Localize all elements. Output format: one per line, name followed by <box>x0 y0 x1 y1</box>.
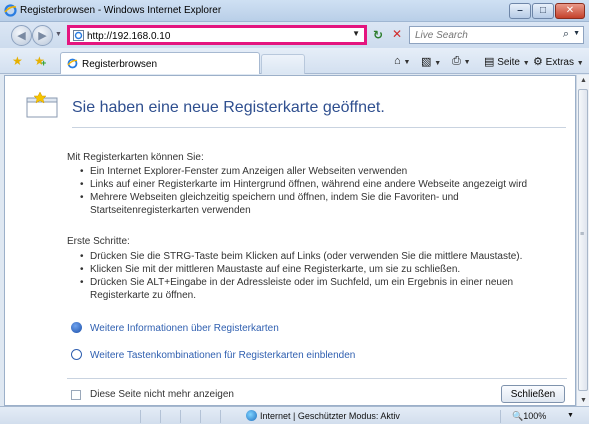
list-item: Drücken Sie die STRG-Taste beim Klicken … <box>80 250 565 263</box>
print-button[interactable]: ⎙ ▼ <box>452 55 471 68</box>
search-icon[interactable]: ⌕ <box>563 28 569 41</box>
list-item: Mehrere Webseiten gleichzeitig speichern… <box>80 191 565 217</box>
address-dropdown-icon[interactable]: ▼ <box>352 29 360 38</box>
close-button[interactable]: Schließen <box>501 385 565 403</box>
favorites-star-icon[interactable]: ★ <box>12 54 23 68</box>
status-divider <box>200 410 201 423</box>
feeds-icon: ▧ <box>421 56 432 68</box>
section-title-tabs: Mit Registerkarten können Sie: <box>67 152 204 163</box>
page-menu-icon: ▤ <box>484 56 495 68</box>
scroll-down-icon[interactable]: ▼ <box>577 397 589 404</box>
tabs-features-list: Ein Internet Explorer-Fenster zum Anzeig… <box>80 165 565 217</box>
more-info-link[interactable]: Weitere Informationen über Registerkarte… <box>71 322 279 336</box>
search-dropdown-icon[interactable]: ▼ <box>573 30 580 37</box>
tab-row: ★ ★ + Registerbrowsen ⌂ ▼ ▧ ▼ ⎙ ▼ ▤ Seite… <box>0 48 589 74</box>
address-bar[interactable]: ▼ <box>67 25 367 45</box>
footer-divider <box>67 378 567 379</box>
ie-logo-icon <box>4 4 17 17</box>
section-title-getting-started: Erste Schritte: <box>67 236 130 247</box>
list-item: Drücken Sie ALT+Eingabe in der Adresslei… <box>80 276 565 302</box>
new-tab-button[interactable] <box>261 54 305 74</box>
list-item: Links auf einer Registerkarte im Hinterg… <box>80 178 565 191</box>
help-icon <box>71 322 82 333</box>
forward-button[interactable]: ▶ <box>32 25 53 46</box>
add-favorite-icon[interactable]: ★ + <box>34 54 46 68</box>
page-menu-label: Seite <box>497 57 520 68</box>
tools-menu[interactable]: ⚙ Extras ▼ <box>533 55 584 68</box>
home-icon: ⌂ <box>394 55 401 67</box>
back-button[interactable]: ◀ <box>11 25 32 46</box>
divider <box>72 127 566 128</box>
security-zone-status[interactable]: Internet | Geschützter Modus: Aktiv <box>260 411 400 421</box>
zoom-dropdown-icon[interactable]: ▼ <box>567 412 574 419</box>
tab-registerbrowsen[interactable]: Registerbrowsen <box>60 52 260 74</box>
status-divider <box>220 410 221 423</box>
back-arrow-icon: ◀ <box>17 30 26 42</box>
new-tab-icon <box>26 92 58 118</box>
dont-show-checkbox[interactable] <box>71 390 81 400</box>
ie-page-icon <box>67 58 78 69</box>
status-divider <box>140 410 141 423</box>
scroll-thumb[interactable] <box>578 89 588 391</box>
status-bar: Internet | Geschützter Modus: Aktiv 🔍100… <box>0 406 589 424</box>
getting-started-list: Drücken Sie die STRG-Taste beim Klicken … <box>80 250 565 302</box>
zoom-icon: 🔍 <box>512 411 524 421</box>
stop-icon[interactable]: ✕ <box>392 27 402 41</box>
list-item: Klicken Sie mit der mittleren Maustaste … <box>80 263 565 276</box>
zoom-level[interactable]: 🔍100% <box>512 411 546 422</box>
new-tab-page: Sie haben eine neue Registerkarte geöffn… <box>4 75 576 406</box>
expand-circle-icon <box>71 349 82 360</box>
internet-zone-icon <box>246 410 257 421</box>
minimize-button[interactable]: – <box>509 3 531 19</box>
address-input[interactable] <box>87 30 337 42</box>
scroll-up-icon[interactable]: ▲ <box>577 77 589 84</box>
minimize-icon: – <box>517 5 523 16</box>
shortcuts-link[interactable]: Weitere Tastenkombinationen für Register… <box>71 349 355 363</box>
page-heading: Sie haben eine neue Registerkarte geöffn… <box>72 99 385 116</box>
feeds-button[interactable]: ▧ ▼ <box>421 55 441 68</box>
vertical-scrollbar[interactable]: ▲ ≡ ▼ <box>576 75 589 406</box>
search-input[interactable] <box>415 29 555 41</box>
close-icon: ✕ <box>565 5 575 16</box>
list-item: Ein Internet Explorer-Fenster zum Anzeig… <box>80 165 565 178</box>
refresh-icon[interactable]: ↻ <box>373 28 383 42</box>
tools-menu-label: Extras <box>545 57 574 68</box>
window-title: Registerbrowsen - Windows Internet Explo… <box>20 5 222 16</box>
tab-label: Registerbrowsen <box>82 59 158 70</box>
address-row: ◀ ▶ ▼ ▼ ↻ ✕ ⌕ ▼ <box>0 22 589 48</box>
status-divider <box>180 410 181 423</box>
status-divider <box>500 410 501 423</box>
page-menu[interactable]: ▤ Seite ▼ <box>484 55 530 68</box>
gear-icon: ⚙ <box>533 56 543 68</box>
scroll-grip-icon: ≡ <box>580 231 585 238</box>
print-icon: ⎙ <box>452 55 461 67</box>
close-window-button[interactable]: ✕ <box>555 3 585 19</box>
home-button[interactable]: ⌂ ▼ <box>394 55 410 67</box>
recent-pages-dropdown-icon[interactable]: ▼ <box>55 31 62 38</box>
search-box[interactable]: ⌕ ▼ <box>409 26 584 44</box>
maximize-icon: □ <box>539 5 547 16</box>
forward-arrow-icon: ▶ <box>38 30 47 42</box>
maximize-button[interactable]: □ <box>532 3 554 19</box>
page-icon <box>73 30 84 41</box>
title-bar: Registerbrowsen - Windows Internet Explo… <box>0 0 589 22</box>
dont-show-label: Diese Seite nicht mehr anzeigen <box>90 389 234 400</box>
status-divider <box>160 410 161 423</box>
